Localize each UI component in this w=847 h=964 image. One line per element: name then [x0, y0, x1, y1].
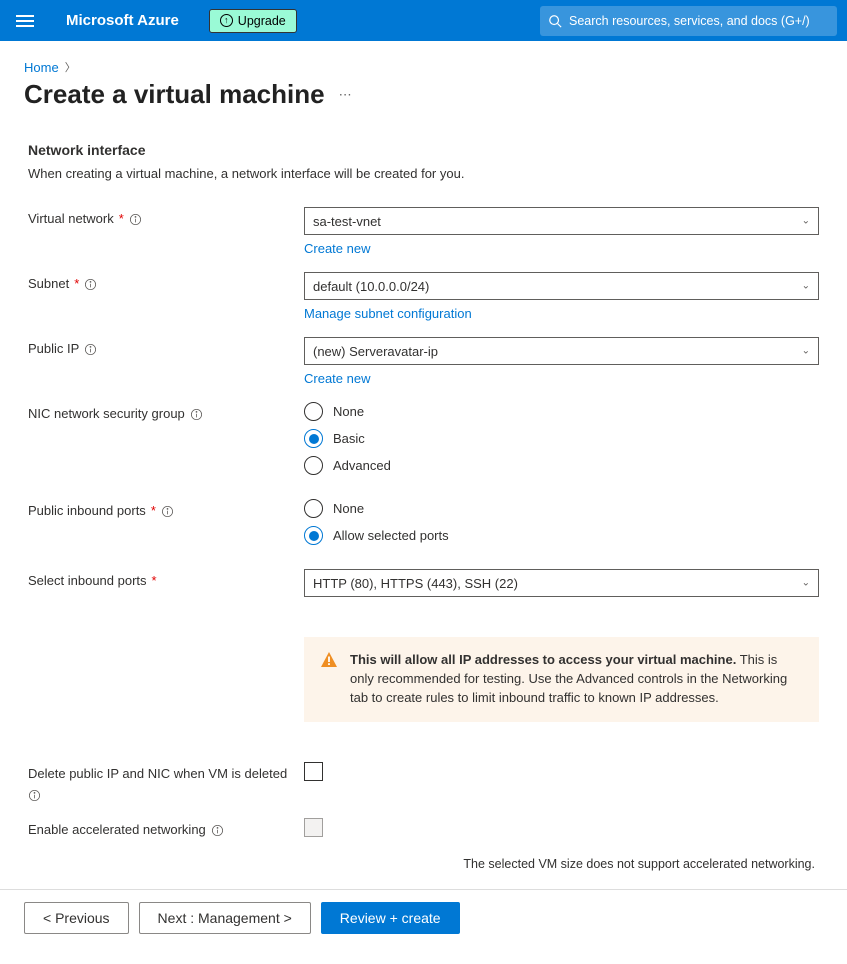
virtual-network-select[interactable]: sa-test-vnet ⌄ — [304, 207, 819, 235]
nsg-radio-basic-label: Basic — [333, 431, 365, 446]
more-icon[interactable]: ⋯ — [339, 87, 353, 103]
chevron-down-icon: ⌄ — [802, 346, 810, 357]
subnet-manage-link[interactable]: Manage subnet configuration — [304, 306, 472, 321]
delete-ip-checkbox[interactable] — [304, 762, 323, 781]
nsg-radio-advanced-label: Advanced — [333, 458, 391, 473]
vnet-create-new-link[interactable]: Create new — [304, 241, 370, 256]
public-ip-select[interactable]: (new) Serveravatar-ip ⌄ — [304, 337, 819, 365]
review-create-button[interactable]: Review + create — [321, 902, 460, 934]
inbound-ports-label: Public inbound ports* — [28, 499, 304, 522]
required-icon: * — [119, 209, 124, 230]
top-bar: Microsoft Azure ↑ Upgrade — [0, 0, 847, 41]
section-heading: Network interface — [28, 142, 819, 158]
accel-networking-help: The selected VM size does not support ac… — [28, 857, 815, 871]
info-icon[interactable] — [190, 408, 203, 421]
subnet-label: Subnet* — [28, 272, 304, 295]
nsg-radio-none-label: None — [333, 404, 364, 419]
info-icon[interactable] — [28, 789, 41, 802]
next-button[interactable]: Next : Management > — [139, 902, 311, 934]
search-icon — [548, 14, 562, 28]
info-icon[interactable] — [211, 824, 224, 837]
warning-text: This will allow all IP addresses to acce… — [350, 651, 803, 708]
footer-bar: < Previous Next : Management > Review + … — [0, 889, 847, 946]
nsg-radio-basic[interactable] — [304, 429, 323, 448]
chevron-down-icon: ⌄ — [802, 216, 810, 227]
public-ip-create-new-link[interactable]: Create new — [304, 371, 370, 386]
inbound-radio-allow[interactable] — [304, 526, 323, 545]
info-icon[interactable] — [161, 505, 174, 518]
subnet-select[interactable]: default (10.0.0.0/24) ⌄ — [304, 272, 819, 300]
upgrade-label: Upgrade — [238, 14, 286, 28]
search-input[interactable] — [569, 14, 829, 28]
subnet-value: default (10.0.0.0/24) — [313, 279, 429, 294]
chevron-down-icon: ⌄ — [802, 578, 810, 589]
public-ip-label: Public IP — [28, 337, 304, 360]
section-subtext: When creating a virtual machine, a netwo… — [28, 166, 819, 181]
required-icon: * — [74, 274, 79, 295]
previous-button[interactable]: < Previous — [24, 902, 129, 934]
brand-logo[interactable]: Microsoft Azure — [66, 12, 179, 29]
chevron-right-icon: 〉 — [65, 59, 76, 75]
virtual-network-label: Virtual network* — [28, 207, 304, 230]
breadcrumb-home[interactable]: Home — [24, 60, 59, 75]
accel-networking-label: Enable accelerated networking — [28, 818, 304, 841]
global-search[interactable] — [540, 6, 837, 36]
info-icon[interactable] — [84, 343, 97, 356]
select-ports-label: Select inbound ports* — [28, 569, 304, 592]
nsg-radio-none[interactable] — [304, 402, 323, 421]
info-icon[interactable] — [129, 213, 142, 226]
inbound-radio-none[interactable] — [304, 499, 323, 518]
inbound-radio-allow-label: Allow selected ports — [333, 528, 449, 543]
public-ip-value: (new) Serveravatar-ip — [313, 344, 438, 359]
ports-warning-alert: This will allow all IP addresses to acce… — [304, 637, 819, 722]
page-title: Create a virtual machine — [24, 79, 325, 110]
nsg-label: NIC network security group — [28, 402, 304, 425]
arrow-up-circle-icon: ↑ — [220, 14, 233, 27]
accel-networking-checkbox — [304, 818, 323, 837]
breadcrumb: Home 〉 — [24, 59, 823, 75]
upgrade-button[interactable]: ↑ Upgrade — [209, 9, 297, 33]
chevron-down-icon: ⌄ — [802, 281, 810, 292]
required-icon: * — [151, 501, 156, 522]
delete-ip-label: Delete public IP and NIC when VM is dele… — [28, 762, 304, 803]
required-icon: * — [152, 571, 157, 592]
menu-icon[interactable] — [10, 9, 40, 33]
select-ports-value: HTTP (80), HTTPS (443), SSH (22) — [313, 576, 518, 591]
inbound-radio-none-label: None — [333, 501, 364, 516]
select-ports-select[interactable]: HTTP (80), HTTPS (443), SSH (22) ⌄ — [304, 569, 819, 597]
virtual-network-value: sa-test-vnet — [313, 214, 381, 229]
warning-icon — [320, 651, 338, 708]
info-icon[interactable] — [84, 278, 97, 291]
nsg-radio-advanced[interactable] — [304, 456, 323, 475]
